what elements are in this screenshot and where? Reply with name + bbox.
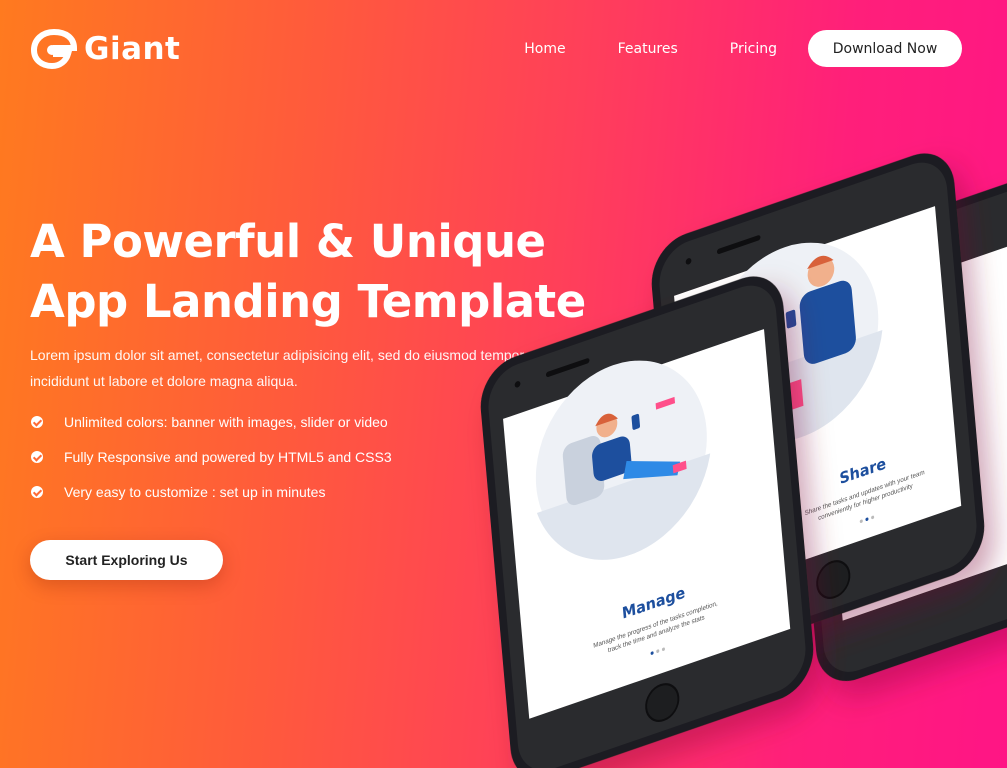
- nav-pricing[interactable]: Pricing: [730, 41, 777, 57]
- start-exploring-button[interactable]: Start Exploring Us: [30, 540, 223, 580]
- feature-list: Unlimited colors: banner with images, sl…: [30, 404, 530, 509]
- hero-title-line-1: A Powerful & Unique: [30, 215, 546, 268]
- feature-text: Unlimited colors: banner with images, sl…: [64, 413, 388, 430]
- phone-share-main: Share Share the tasks and updates with y…: [651, 153, 985, 657]
- check-icon: [31, 485, 43, 498]
- hero-section: A Powerful & Unique App Landing Template…: [30, 212, 586, 509]
- manage-title: Manage: [621, 583, 686, 623]
- hero-title: A Powerful & Unique App Landing Template: [30, 212, 586, 332]
- brand-logo[interactable]: Giant: [30, 28, 180, 70]
- manage-text-line-2: track the time and analyze the stats: [608, 614, 706, 655]
- feature-text: Fully Responsive and powered by HTML5 an…: [64, 448, 392, 465]
- feature-item: Fully Responsive and powered by HTML5 an…: [30, 439, 530, 474]
- main-nav: Home Features Pricing Download Now: [524, 30, 962, 67]
- manage-text-line-1: Manage the progress of the tasks complet…: [593, 600, 718, 650]
- phone-share: [785, 164, 1007, 682]
- feature-text: Very easy to customize : set up in minut…: [64, 483, 326, 500]
- feature-item: Very easy to customize : set up in minut…: [30, 474, 530, 509]
- nav-home[interactable]: Home: [524, 41, 565, 57]
- feature-item: Unlimited colors: banner with images, sl…: [30, 404, 530, 439]
- logo-icon: [30, 28, 78, 70]
- download-now-button[interactable]: Download Now: [808, 30, 962, 67]
- check-icon: [31, 415, 43, 428]
- check-icon: [31, 450, 43, 463]
- brand-name: Giant: [84, 31, 181, 67]
- nav-features[interactable]: Features: [618, 41, 678, 57]
- share-text-line-1: Share the tasks and updates with your te…: [804, 469, 925, 517]
- share-title: Share: [839, 454, 887, 488]
- share-text-line-2: conveniently for higher productivity: [818, 482, 914, 522]
- hero-description: Lorem ipsum dolor sit amet, consectetur …: [30, 347, 525, 389]
- hero-title-line-2: App Landing Template: [30, 275, 586, 328]
